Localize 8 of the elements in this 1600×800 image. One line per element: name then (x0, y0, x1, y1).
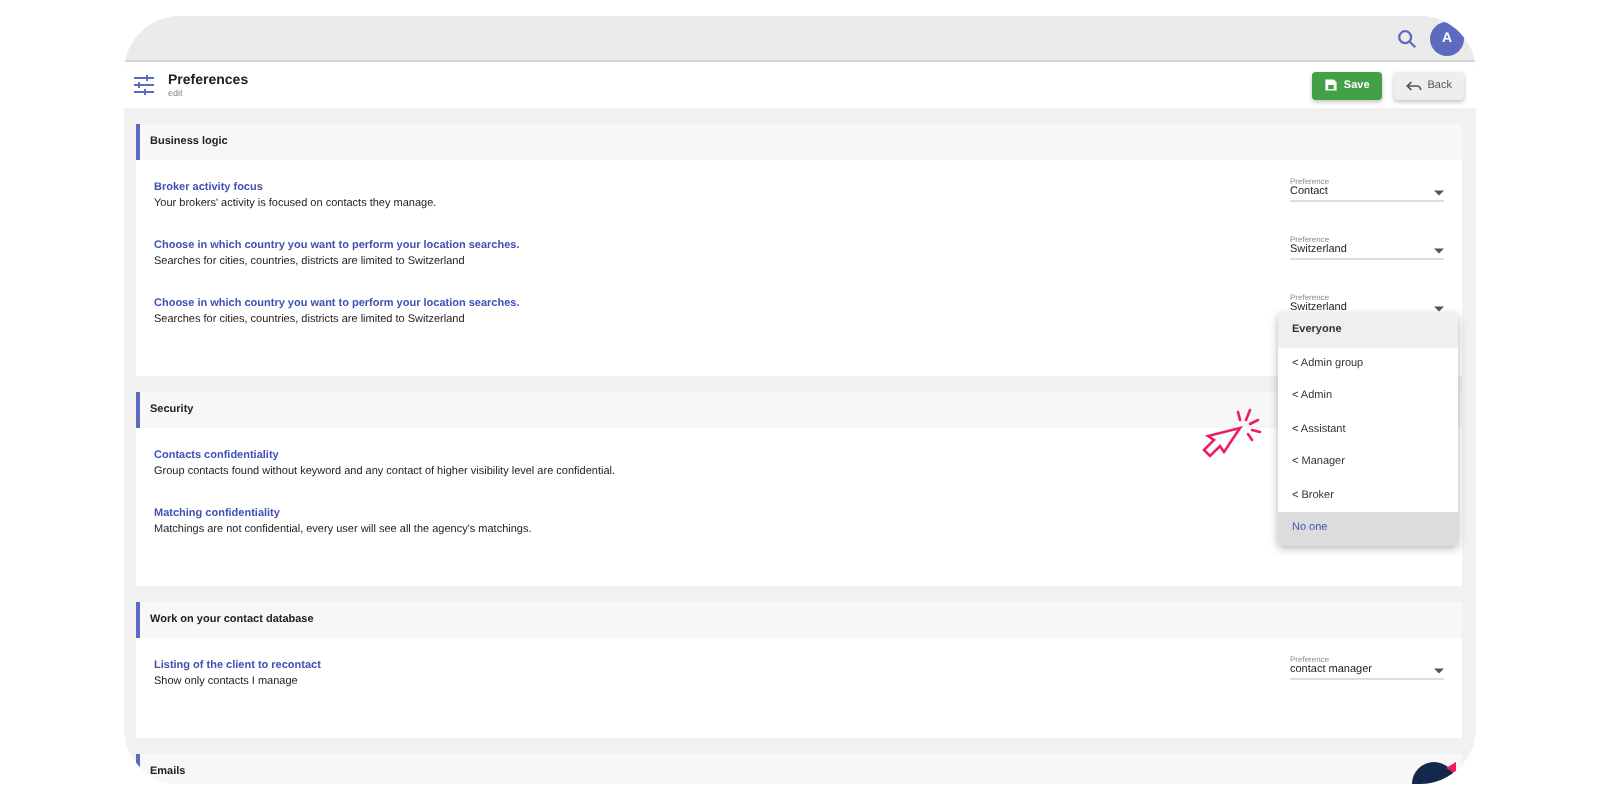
chat-icon[interactable] (1410, 760, 1458, 784)
sliders-icon (132, 74, 156, 96)
search-icon[interactable] (1396, 27, 1418, 49)
save-icon (1323, 78, 1338, 92)
caret-icon (1434, 667, 1444, 673)
undo-arrow-icon (1405, 79, 1422, 91)
caret-icon (1434, 247, 1444, 253)
caret-icon (1434, 189, 1444, 195)
